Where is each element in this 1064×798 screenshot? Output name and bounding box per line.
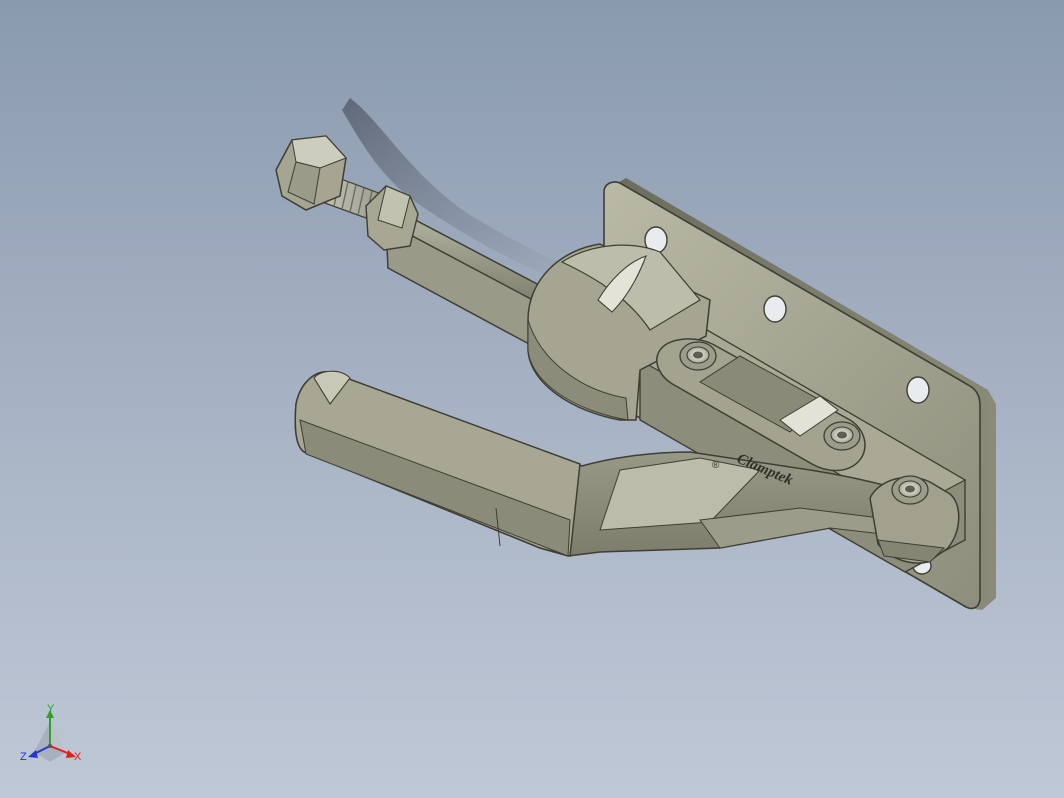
graphics-viewport[interactable]: Clamptek ® Y X Z xyxy=(0,0,1064,798)
plate-hole-3 xyxy=(906,376,930,404)
triad-x-label: X xyxy=(74,751,82,763)
triad-y-label: Y xyxy=(47,703,55,715)
pin-3 xyxy=(891,475,929,505)
pin-2 xyxy=(823,421,861,451)
view-orientation-triad-icon[interactable]: Y X Z xyxy=(14,702,84,772)
pin-1 xyxy=(679,341,717,371)
plate-hole-2 xyxy=(763,295,787,323)
registered-mark: ® xyxy=(712,460,720,471)
cad-model-view[interactable]: Clamptek ® xyxy=(0,0,1064,798)
triad-z-label: Z xyxy=(20,751,27,763)
